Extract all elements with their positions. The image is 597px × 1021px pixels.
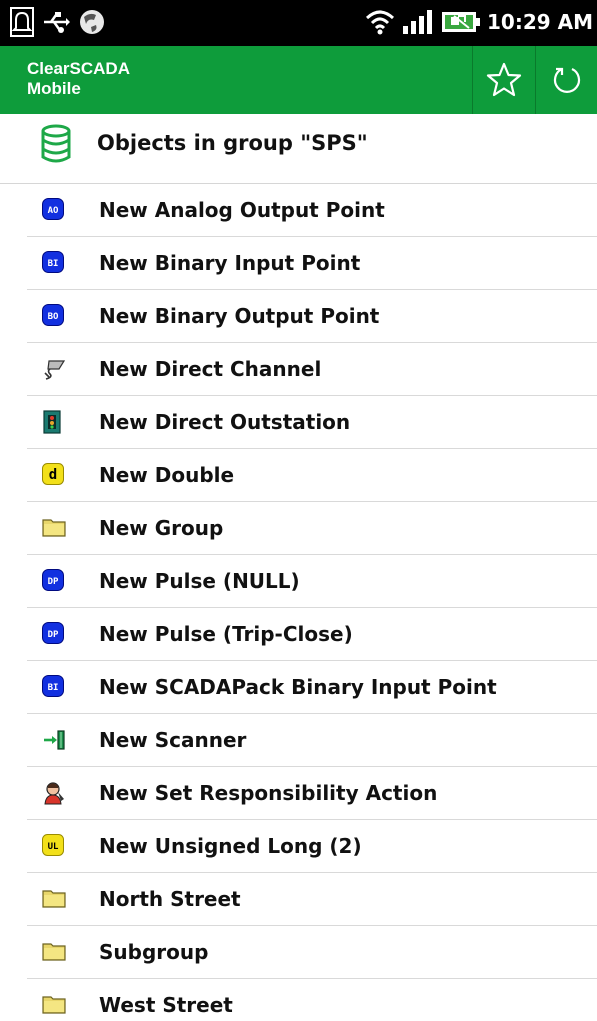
dp-icon: DP — [42, 569, 64, 593]
list-item-label: Subgroup — [99, 940, 209, 964]
list-item-label: New Analog Output Point — [99, 198, 385, 222]
list-item[interactable]: BI New Binary Input Point — [0, 237, 597, 290]
list-item-label: New Pulse (Trip-Close) — [99, 622, 353, 646]
list-item[interactable]: North Street — [0, 873, 597, 926]
list-item[interactable]: DP New Pulse (NULL) — [0, 555, 597, 608]
folder-icon — [42, 993, 66, 1017]
list-item[interactable]: West Street — [0, 979, 597, 1021]
ul-icon: UL — [42, 834, 64, 858]
responsibility-icon — [42, 781, 64, 805]
object-list: AO New Analog Output Point BI New Binary In… — [0, 184, 597, 1021]
svg-text:UL: UL — [48, 842, 59, 852]
star-icon — [486, 62, 522, 97]
svg-text:BI: BI — [48, 683, 59, 693]
svg-text:d: d — [49, 467, 57, 483]
bi-icon: BI — [42, 251, 64, 275]
svg-text:BO: BO — [48, 312, 59, 322]
page-title: Objects in group "SPS" — [97, 131, 368, 155]
refresh-icon — [553, 67, 581, 93]
favorite-button[interactable] — [473, 46, 535, 114]
bi-icon: BI — [42, 675, 64, 699]
action-bar: ClearSCADA Mobile — [0, 46, 597, 114]
list-item[interactable]: Subgroup — [0, 926, 597, 979]
dp-icon: DP — [42, 622, 64, 646]
refresh-button[interactable] — [536, 46, 597, 114]
list-item[interactable]: BO New Binary Output Point — [0, 290, 597, 343]
list-item-label: New Pulse (NULL) — [99, 569, 300, 593]
app-title-line1: ClearSCADA — [27, 59, 130, 78]
ao-icon: AO — [42, 198, 64, 222]
list-item[interactable]: BI New SCADAPack Binary Input Point — [0, 661, 597, 714]
list-item-label: New Direct Channel — [99, 357, 322, 381]
list-item[interactable]: UL New Unsigned Long (2) — [0, 820, 597, 873]
list-item[interactable]: New Direct Channel — [0, 343, 597, 396]
list-item-label: New Double — [99, 463, 235, 487]
list-item[interactable]: New Scanner — [0, 714, 597, 767]
bo-icon: BO — [42, 304, 64, 328]
scanner-icon — [42, 728, 65, 752]
database-icon — [41, 124, 71, 163]
svg-text:DP: DP — [48, 577, 59, 587]
double-icon: d — [42, 463, 64, 487]
sync-globe-icon — [80, 10, 104, 34]
list-item[interactable]: New Group — [0, 502, 597, 555]
list-item-label: New Direct Outstation — [99, 410, 351, 434]
folder-icon — [42, 940, 66, 964]
svg-text:BI: BI — [48, 259, 59, 269]
list-item[interactable]: d New Double — [0, 449, 597, 502]
list-item-label: New Group — [99, 516, 224, 540]
app-title: ClearSCADA Mobile — [27, 59, 130, 99]
list-item[interactable]: AO New Analog Output Point — [0, 184, 597, 237]
app-title-line2: Mobile — [27, 79, 81, 98]
wifi-icon — [365, 10, 395, 35]
channel-icon — [42, 357, 66, 381]
folder-icon — [42, 516, 66, 540]
status-time: 10:29 AM — [486, 10, 593, 34]
usb-icon — [44, 12, 70, 33]
list-item-label: New Unsigned Long (2) — [99, 834, 362, 858]
list-item-label: New Binary Output Point — [99, 304, 380, 328]
folder-icon — [42, 887, 66, 911]
group-header: Objects in group "SPS" — [0, 114, 597, 184]
list-item-label: New Binary Input Point — [99, 251, 361, 275]
outstation-icon — [42, 410, 64, 434]
svg-text:DP: DP — [48, 630, 59, 640]
list-item[interactable]: New Set Responsibility Action — [0, 767, 597, 820]
notification-bell-icon — [10, 7, 34, 37]
status-bar: 10:29 AM — [0, 0, 597, 46]
battery-icon — [441, 12, 480, 32]
list-item-label: North Street — [99, 887, 241, 911]
svg-text:AO: AO — [48, 206, 59, 216]
list-item-label: New Scanner — [99, 728, 247, 752]
list-item-label: New Set Responsibility Action — [99, 781, 438, 805]
list-item[interactable]: New Direct Outstation — [0, 396, 597, 449]
list-item[interactable]: DP New Pulse (Trip-Close) — [0, 608, 597, 661]
list-item-label: New SCADAPack Binary Input Point — [99, 675, 497, 699]
list-item-label: West Street — [99, 993, 233, 1017]
signal-icon — [402, 10, 432, 34]
